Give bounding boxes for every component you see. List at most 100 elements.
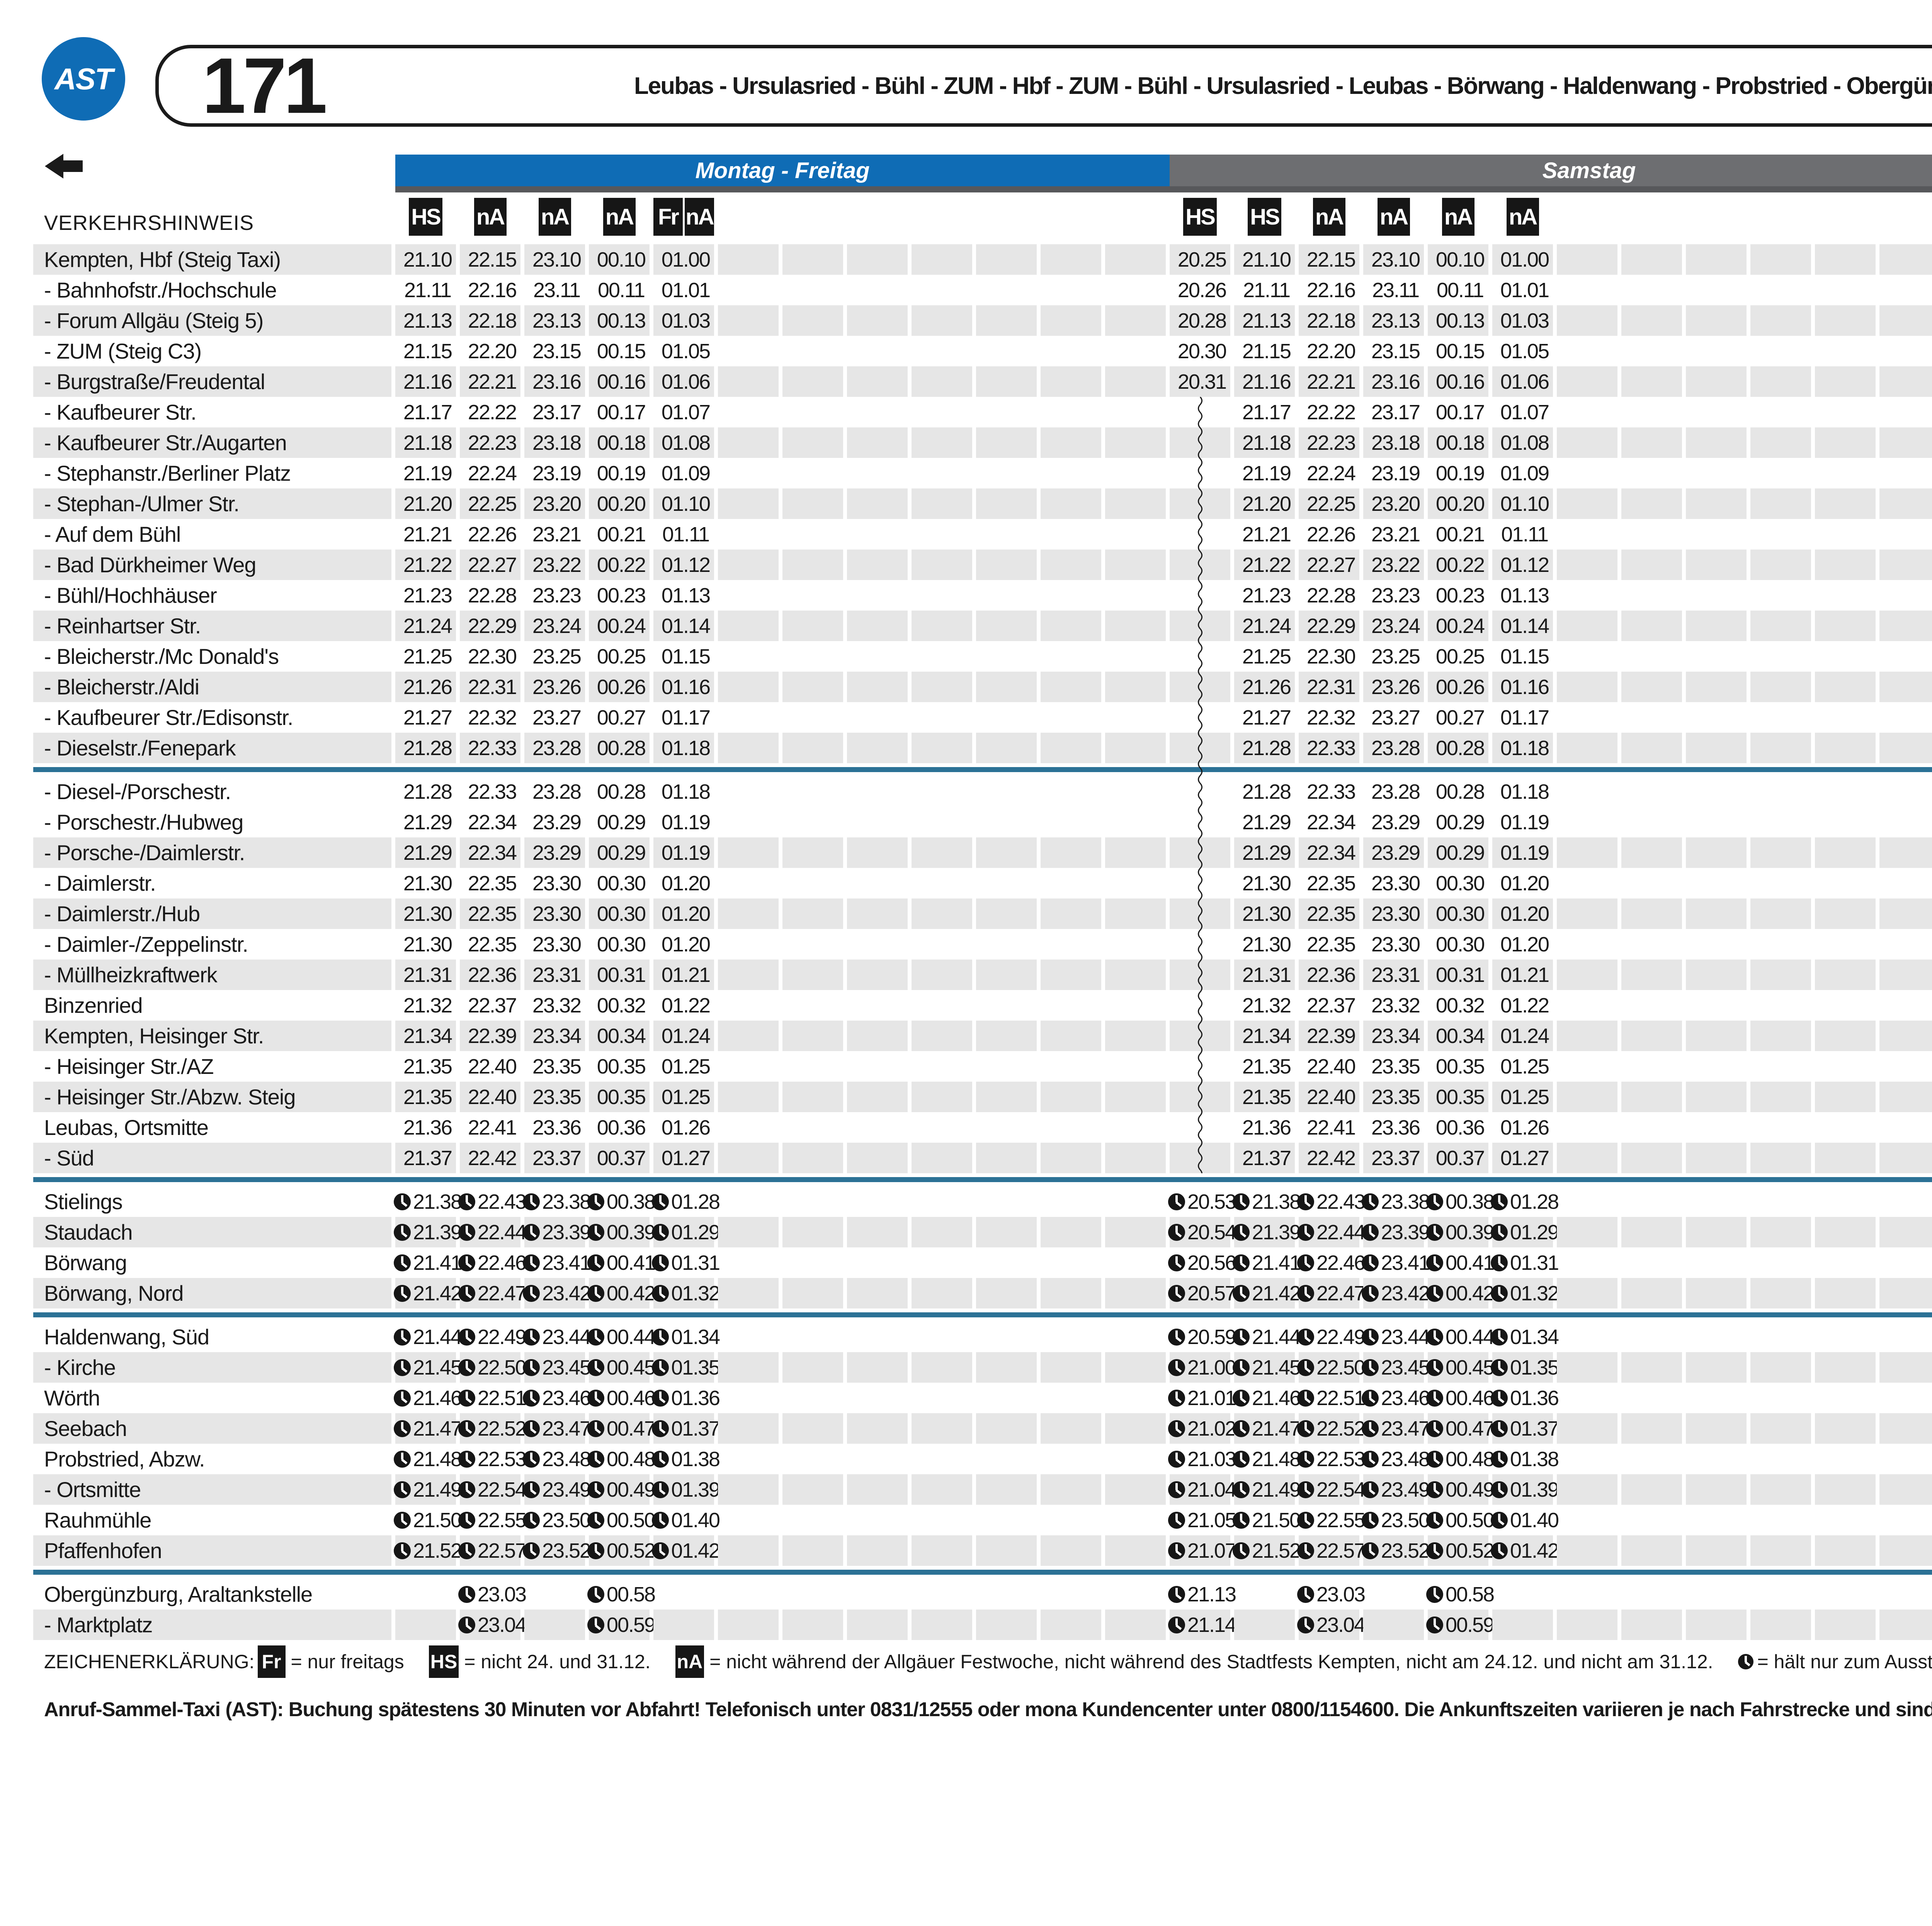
- stop-name: - Heisinger Str./Abzw. Steig: [0, 1082, 395, 1112]
- time-cell: [847, 1322, 912, 1352]
- departure-time: 22.31: [1301, 675, 1361, 699]
- time-cell: [1041, 1247, 1105, 1278]
- table-row: - Burgstraße/Freudental21.1622.2123.1600…: [0, 366, 1932, 397]
- time-cell: [847, 837, 912, 868]
- time-cell: 23.29: [524, 837, 589, 868]
- departure-time: 01.36: [1494, 1386, 1555, 1410]
- departure-time: 00.41: [1430, 1251, 1490, 1275]
- time-cell: 21.41: [395, 1247, 460, 1278]
- time-cell: 20.31: [1170, 366, 1234, 397]
- departure-time: 22.30: [462, 645, 522, 669]
- time-cell: [912, 611, 976, 641]
- time-cell: [718, 672, 782, 702]
- badge-slot: HS: [1170, 198, 1230, 236]
- time-cell: [1621, 366, 1686, 397]
- time-cell: [1557, 1474, 1621, 1505]
- departure-time: 23.35: [1365, 1085, 1426, 1109]
- time-cell: [976, 1444, 1041, 1474]
- stop-name: - Stephanstr./Berliner Platz: [0, 458, 395, 488]
- departure-time: 23.20: [526, 492, 587, 516]
- departure-time: 23.29: [1365, 841, 1426, 865]
- time-cell: [782, 837, 847, 868]
- time-cell: [1105, 1186, 1170, 1217]
- departure-time: 23.39: [526, 1220, 587, 1244]
- time-cell: [718, 641, 782, 672]
- time-cell: [1750, 458, 1815, 488]
- time-cell: [1105, 1413, 1170, 1444]
- departure-time: 22.43: [1301, 1190, 1361, 1214]
- departure-time: 01.25: [655, 1055, 716, 1079]
- time-cell: [1041, 1051, 1105, 1082]
- stop-name: Börwang: [0, 1247, 395, 1278]
- time-cell: [1557, 1217, 1621, 1247]
- time-cell: [1815, 1021, 1879, 1051]
- time-cell: [1105, 1278, 1170, 1308]
- time-cell: [1492, 1579, 1557, 1610]
- time-cell: 00.39: [1428, 1217, 1492, 1247]
- service-badge: nA: [1442, 198, 1475, 236]
- time-cell: [1815, 1474, 1879, 1505]
- service-badge: Fr: [653, 198, 683, 236]
- time-cell: 23.28: [1363, 733, 1428, 763]
- clock-icon: [587, 1586, 604, 1603]
- time-cell: [1879, 837, 1932, 868]
- departure-time: 21.29: [397, 810, 458, 834]
- time-cell: [718, 990, 782, 1021]
- departure-time: 22.32: [462, 706, 522, 730]
- time-cell: 23.36: [524, 1112, 589, 1143]
- time-cell: [782, 1444, 847, 1474]
- departure-time: 21.32: [397, 994, 458, 1017]
- time-cell: [1879, 776, 1932, 807]
- departure-time: 00.30: [1430, 932, 1490, 956]
- clock-icon: [523, 1224, 540, 1241]
- time-cell: [1815, 611, 1879, 641]
- clock-icon: [1491, 1285, 1508, 1302]
- time-cell: [912, 519, 976, 550]
- table-row: Binzenried21.3222.3723.3200.3201.2221.32…: [0, 990, 1932, 1021]
- time-cell: 22.55: [460, 1505, 524, 1535]
- departure-time: 21.46: [1236, 1386, 1297, 1410]
- time-cell: [718, 1112, 782, 1143]
- time-cell: 00.35: [1428, 1051, 1492, 1082]
- time-cell: [1686, 336, 1750, 366]
- time-cell: 00.10: [589, 244, 653, 275]
- badge-slot: nA: [1299, 198, 1359, 236]
- departure-time: 21.39: [397, 1220, 458, 1244]
- time-cell: [1557, 641, 1621, 672]
- time-cell: [976, 641, 1041, 672]
- departure-time: 23.27: [1365, 706, 1426, 730]
- time-cell: [1750, 837, 1815, 868]
- time-cell: [1879, 807, 1932, 837]
- clock-icon: [1426, 1420, 1443, 1437]
- departure-time: 00.10: [1430, 248, 1490, 272]
- time-cell: 23.48: [524, 1444, 589, 1474]
- time-cell: 01.32: [1492, 1278, 1557, 1308]
- time-cell: 23.22: [524, 550, 589, 580]
- time-cell: [782, 458, 847, 488]
- departure-time: 01.09: [1494, 461, 1555, 485]
- clock-icon: [523, 1542, 540, 1559]
- time-cell: 00.30: [1428, 868, 1492, 898]
- time-cell: 23.31: [524, 960, 589, 990]
- time-cell: [1815, 397, 1879, 427]
- time-cell: [1686, 1247, 1750, 1278]
- time-cell: [718, 807, 782, 837]
- time-cell: 21.31: [1234, 960, 1299, 990]
- clock-icon: [1362, 1254, 1379, 1271]
- time-cell: [782, 305, 847, 336]
- time-cell: 01.11: [1492, 519, 1557, 550]
- time-cell: [976, 550, 1041, 580]
- time-cell: [1621, 336, 1686, 366]
- time-cell: [1879, 275, 1932, 305]
- time-cell: [976, 1021, 1041, 1051]
- departure-time: 23.15: [526, 339, 587, 363]
- time-cell: [1105, 898, 1170, 929]
- line-number: 171: [202, 46, 324, 125]
- departure-time: 00.48: [591, 1447, 651, 1471]
- time-cell: 23.29: [524, 807, 589, 837]
- legend: ZEICHENERKLÄRUNG: Fr= nur freitagsHS= ni…: [44, 1645, 1932, 1678]
- time-cell: 00.44: [1428, 1322, 1492, 1352]
- departure-time: 22.33: [462, 780, 522, 804]
- time-cell: [1686, 1051, 1750, 1082]
- time-cell: [1557, 807, 1621, 837]
